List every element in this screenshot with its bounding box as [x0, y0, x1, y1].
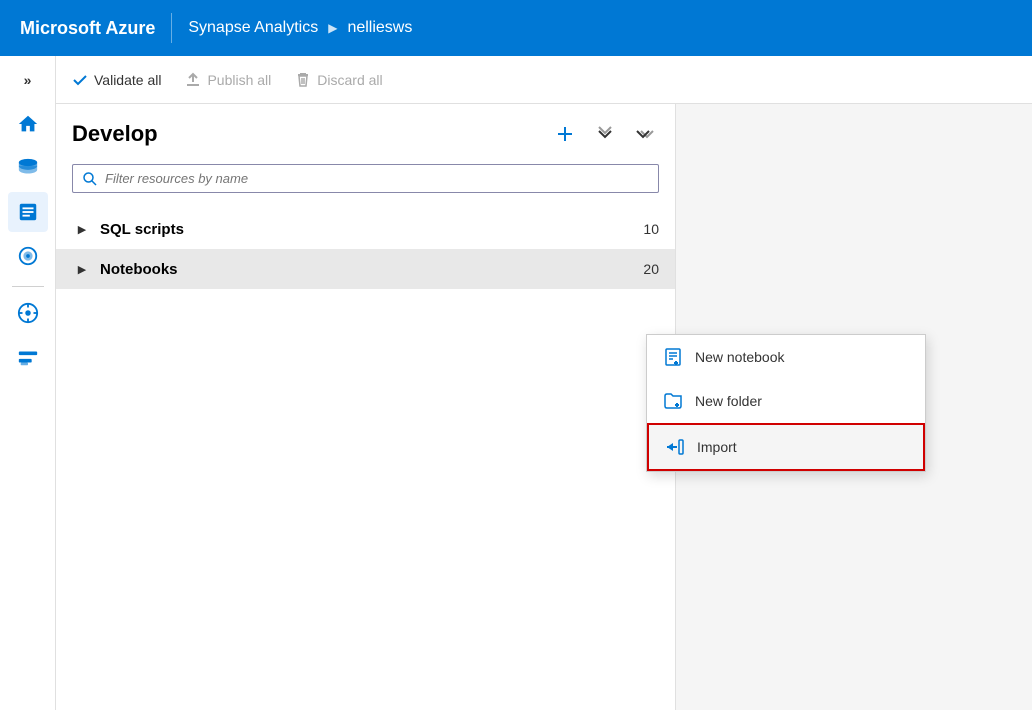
monitor-icon — [17, 302, 39, 324]
sql-scripts-label: SQL scripts — [100, 221, 643, 238]
sidebar-item-monitor[interactable] — [8, 293, 48, 333]
search-input[interactable] — [105, 171, 648, 186]
context-menu-import[interactable]: Import — [647, 423, 925, 471]
integrate-icon — [17, 245, 39, 267]
sidebar-item-home[interactable] — [8, 104, 48, 144]
notebooks-label: Notebooks — [100, 261, 643, 278]
sql-scripts-expand-arrow[interactable]: ▶ — [72, 219, 92, 239]
validate-all-label: Validate all — [94, 72, 161, 88]
discard-icon — [295, 72, 311, 88]
data-icon — [17, 157, 39, 179]
context-menu-new-notebook[interactable]: New notebook — [647, 335, 925, 379]
new-notebook-label: New notebook — [695, 349, 785, 365]
expand-all-icon — [595, 124, 615, 144]
notebooks-count: 20 — [643, 261, 659, 277]
sidebar-item-manage[interactable] — [8, 337, 48, 377]
publish-all-button[interactable]: Publish all — [185, 72, 271, 88]
sidebar-item-data[interactable] — [8, 148, 48, 188]
sidebar-divider — [12, 286, 44, 287]
panel-area: Develop — [56, 104, 1032, 710]
search-icon — [83, 172, 97, 186]
develop-header: Develop — [56, 120, 675, 164]
notebook-icon — [663, 347, 683, 367]
add-resource-button[interactable] — [551, 120, 579, 148]
main-layout: » — [0, 56, 1032, 710]
develop-title: Develop — [72, 121, 539, 147]
import-label: Import — [697, 439, 737, 455]
brand-label: Microsoft Azure — [20, 18, 155, 39]
validate-all-button[interactable]: Validate all — [72, 72, 161, 88]
search-box[interactable] — [72, 164, 659, 193]
sidebar: » — [0, 56, 56, 710]
sidebar-item-integrate[interactable] — [8, 236, 48, 276]
tree-item-sql-scripts[interactable]: ▶ SQL scripts 10 — [56, 209, 675, 249]
plus-icon — [555, 124, 575, 144]
manage-icon — [17, 346, 39, 368]
header-bar: Microsoft Azure Synapse Analytics ▶ nell… — [0, 0, 1032, 56]
checkmark-icon — [72, 72, 88, 88]
develop-panel: Develop — [56, 104, 676, 710]
context-menu-new-folder[interactable]: New folder — [647, 379, 925, 423]
discard-all-button[interactable]: Discard all — [295, 72, 382, 88]
sql-scripts-count: 10 — [643, 221, 659, 237]
toolbar: Validate all Publish all Discard — [56, 56, 1032, 104]
sidebar-item-develop[interactable] — [8, 192, 48, 232]
folder-icon — [663, 391, 683, 411]
workspace-label: nelliesws — [347, 19, 412, 37]
breadcrumb-arrow: ▶ — [328, 21, 337, 35]
import-icon — [665, 437, 685, 457]
header-divider — [171, 13, 172, 43]
context-menu: New notebook New folder — [646, 334, 926, 472]
expand-all-button[interactable] — [591, 120, 619, 148]
develop-icon — [17, 201, 39, 223]
publish-all-label: Publish all — [207, 72, 271, 88]
publish-icon — [185, 72, 201, 88]
new-folder-label: New folder — [695, 393, 762, 409]
collapse-panel-button[interactable] — [631, 120, 659, 148]
discard-all-label: Discard all — [317, 72, 382, 88]
notebooks-expand-arrow[interactable]: ▶ — [72, 259, 92, 279]
collapse-icon — [635, 124, 655, 144]
home-icon — [17, 113, 39, 135]
service-label: Synapse Analytics — [188, 19, 318, 37]
content-area: Validate all Publish all Discard — [56, 56, 1032, 710]
sidebar-expand-button[interactable]: » — [8, 64, 48, 96]
tree-item-notebooks[interactable]: ▶ Notebooks 20 — [56, 249, 675, 289]
